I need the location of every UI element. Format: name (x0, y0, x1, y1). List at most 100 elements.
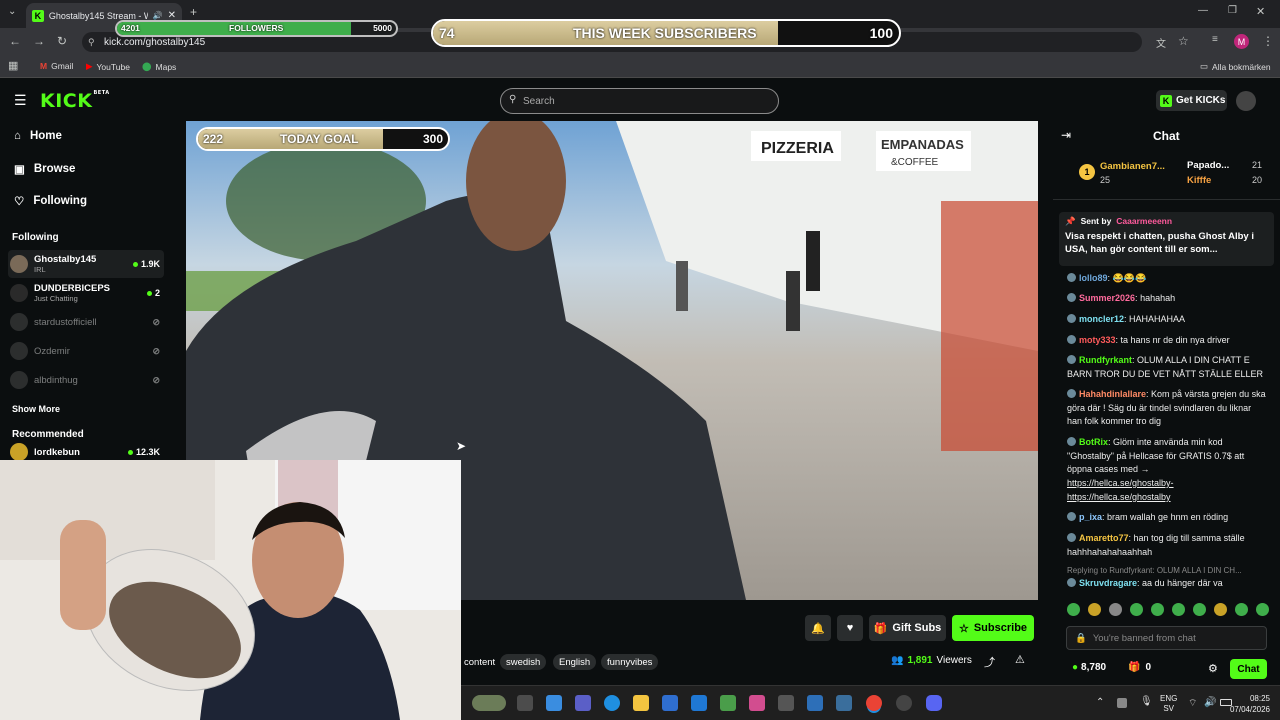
edge-icon[interactable] (604, 695, 620, 711)
emote-icon[interactable] (1088, 603, 1101, 616)
minimize-icon[interactable]: — (1198, 5, 1208, 16)
emote-icon[interactable] (1256, 603, 1269, 616)
weather-icon[interactable] (472, 695, 506, 711)
emote-icon[interactable] (1067, 603, 1080, 616)
chat-username[interactable]: moncler12 (1079, 314, 1124, 324)
wifi-icon[interactable]: ⌔ (1188, 697, 1197, 710)
chat-username[interactable]: Summer2026 (1079, 293, 1135, 303)
obs-icon[interactable] (896, 695, 912, 711)
emote-icon[interactable] (1193, 603, 1206, 616)
m365-icon[interactable] (749, 695, 765, 711)
emote-icon[interactable] (1130, 603, 1143, 616)
tag-content[interactable]: content (458, 654, 501, 670)
offline-icon: ⊘ (152, 316, 160, 327)
channel-points[interactable]: ● 8,780 (1072, 662, 1106, 673)
teams-icon[interactable] (575, 695, 591, 711)
outlook-icon[interactable] (691, 695, 707, 711)
chat-send-button[interactable]: Chat (1230, 659, 1267, 679)
chat-username[interactable]: Skruvdragare (1079, 578, 1137, 588)
app-icon[interactable] (778, 695, 794, 711)
store-icon[interactable] (662, 695, 678, 711)
tray-chevron-icon[interactable]: ⌃ (1096, 697, 1104, 708)
pinned-message[interactable]: 📌 Sent by Caaarmeeenn Visa respekt i cha… (1059, 212, 1274, 266)
mic-icon[interactable]: 🎙 (1140, 696, 1153, 707)
channel-dunderbiceps[interactable]: DUNDERBICEPS Just Chatting 2 (8, 279, 164, 307)
nav-following[interactable]: ♡ Following (14, 194, 87, 208)
reload-icon[interactable]: ↻ (57, 34, 67, 48)
emote-icon[interactable] (1109, 603, 1122, 616)
viewers-icon: 👥 (891, 655, 904, 666)
tag-english[interactable]: English (553, 654, 597, 670)
share-icon[interactable]: ⤴ (984, 654, 995, 670)
volume-icon[interactable]: 🔊 (1204, 697, 1216, 708)
chat-username[interactable]: Hahahdinlallare (1079, 389, 1146, 399)
emote-icon[interactable] (1151, 603, 1164, 616)
copilot-icon[interactable] (546, 695, 562, 711)
gift-count[interactable]: 🎁 0 (1128, 662, 1151, 673)
clock[interactable]: 08:25 07/04/2026 (1225, 693, 1270, 715)
translate-icon[interactable]: 文 (1156, 35, 1166, 50)
chat-username[interactable]: moty333 (1079, 335, 1116, 345)
taskview-icon[interactable] (517, 695, 533, 711)
tag-funnyvibes[interactable]: funnyvibes (601, 654, 659, 670)
chat-username[interactable]: BotRix (1079, 437, 1108, 447)
get-kicks-button[interactable]: K Get KICKs (1156, 90, 1227, 111)
language-indicator[interactable]: ENG SV (1160, 694, 1177, 714)
show-more-link[interactable]: Show More (12, 404, 60, 414)
bookmark-gmail[interactable]: M Gmail (40, 61, 73, 71)
close-window-icon[interactable]: ✕ (1256, 5, 1265, 18)
emote-icon[interactable] (1172, 603, 1185, 616)
site-info-icon[interactable]: ⚲ (88, 37, 95, 48)
tray-icon[interactable] (1117, 698, 1127, 708)
emote-icon[interactable] (1214, 603, 1227, 616)
channel-ghostalby[interactable]: Ghostalby145 IRL 1.9K (8, 250, 164, 278)
restore-icon[interactable]: ❐ (1228, 5, 1237, 16)
channel-offline[interactable]: Ozdemir ⊘ (8, 337, 164, 365)
app-icon[interactable] (836, 695, 852, 711)
kick-logo[interactable]: KICKBETA (40, 90, 110, 112)
apps-icon[interactable]: ▦ (8, 59, 18, 72)
reading-list-icon[interactable]: ≡ (1212, 34, 1218, 45)
tag-swedish[interactable]: swedish (500, 654, 547, 670)
explorer-icon[interactable] (633, 695, 649, 711)
collapse-chat-icon[interactable]: ⇥ (1061, 128, 1071, 142)
chat-text: ta hans nr de din nya driver (1120, 335, 1230, 345)
menu-icon[interactable]: ⋮ (1262, 34, 1274, 48)
discord-icon[interactable] (926, 695, 942, 711)
chat-username[interactable]: Amaretto77 (1079, 533, 1129, 543)
search-input[interactable]: ⚲ Search (500, 88, 779, 114)
chat-settings-icon[interactable]: ⚙ (1208, 662, 1218, 675)
gift-subs-button[interactable]: 🎁 Gift Subs (869, 615, 946, 641)
bookmark-youtube[interactable]: ▶ YouTube (86, 61, 130, 72)
tab-search-icon[interactable]: ⌄ (8, 6, 16, 17)
all-bookmarks[interactable]: ▭ Alla bokmärken (1200, 61, 1271, 72)
back-icon[interactable]: ← (9, 34, 21, 48)
nav-browse[interactable]: ▣ Browse (14, 162, 75, 176)
subscribe-button[interactable]: ☆ Subscribe (952, 615, 1034, 641)
chat-username[interactable]: p_ixa (1079, 512, 1102, 522)
channel-lordkebun[interactable]: lordkebun 12.3K (8, 442, 164, 462)
channel-offline[interactable]: albdinthug ⊘ (8, 366, 164, 394)
chat-username[interactable]: Rundfyrkant (1079, 355, 1132, 365)
chrome-icon[interactable] (866, 695, 882, 711)
new-tab-icon[interactable]: + (190, 5, 197, 19)
hamburger-icon[interactable]: ☰ (14, 92, 27, 109)
channel-offline[interactable]: stardustofficiell ⊘ (8, 308, 164, 336)
notification-button[interactable]: 🔔 (805, 615, 831, 641)
chat-link[interactable]: https://hellca.se/ghostalby- (1067, 477, 1267, 491)
app-icon[interactable] (807, 695, 823, 711)
chat-username[interactable]: lollo89 (1079, 273, 1108, 283)
star-icon[interactable]: ☆ (1178, 34, 1189, 48)
app-icon[interactable] (720, 695, 736, 711)
forward-icon[interactable]: → (33, 34, 45, 48)
nav-home[interactable]: ⌂ Home (14, 130, 62, 142)
bookmark-maps[interactable]: ⬤ Maps (142, 61, 176, 72)
report-icon[interactable]: ⚠ (1015, 653, 1025, 666)
user-avatar[interactable] (1236, 91, 1256, 111)
chat-link[interactable]: https://hellca.se/ghostalby (1067, 491, 1267, 505)
chat-text: hahahah (1140, 293, 1176, 303)
profile-avatar[interactable]: M (1234, 34, 1249, 49)
emote-icon[interactable] (1235, 603, 1248, 616)
chat-input[interactable]: 🔒 You're banned from chat (1066, 626, 1267, 650)
follow-button[interactable]: ♥ (837, 615, 863, 641)
